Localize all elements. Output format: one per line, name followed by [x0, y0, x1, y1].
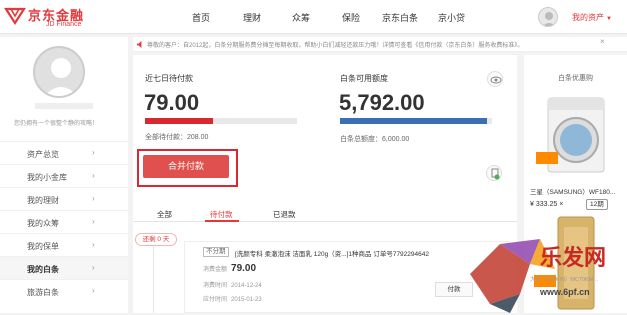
- username-redacted: [35, 103, 93, 109]
- credit-amount: 5,792.00: [339, 90, 425, 115]
- top-navigation-bar: 京东金融 JD Finance 首页 理财 众筹 保险 京东白条 京小贷 我的资…: [0, 0, 627, 34]
- nav-insurance[interactable]: 保险: [342, 11, 360, 24]
- due7-amount: 79.00: [144, 90, 200, 115]
- washing-machine-image[interactable]: [532, 94, 620, 178]
- order-tabs: 全部 待付款 已退款: [133, 206, 517, 222]
- chevron-down-icon: ▼: [606, 16, 612, 22]
- main-nav: 首页 理财 众筹 保险 京东白条 京小贷: [0, 11, 627, 25]
- due-value: 2015-01-23: [231, 297, 262, 303]
- nav-home[interactable]: 首页: [192, 11, 210, 24]
- product-price: ¥ 333.25 ×: [530, 201, 564, 208]
- watermark-text: 乐发网: [540, 245, 607, 271]
- total-due-text: 全部待付款：208.00: [145, 134, 209, 141]
- sidebar-item-baitiao[interactable]: 我的白条 ›: [0, 256, 128, 279]
- sidebar-item-label: 旅游白条: [27, 288, 59, 297]
- tab-pending[interactable]: 待付款: [210, 209, 233, 220]
- sidebar-item-label: 资产总览: [27, 150, 59, 159]
- active-tab-underline: [205, 220, 239, 222]
- sidebar-item-wealth[interactable]: 我的理财 ›: [0, 187, 128, 210]
- chevron-right-icon: ›: [92, 263, 95, 272]
- date-label: 消费时间: [203, 283, 228, 289]
- nav-baitiao[interactable]: 京东白条: [382, 11, 418, 24]
- amount-label: 消费金额: [203, 267, 228, 273]
- order-amount-row: 消费金额 79.00: [203, 263, 256, 274]
- chevron-right-icon: ›: [92, 148, 95, 157]
- my-assets-menu[interactable]: 我的资产 ▼: [572, 12, 612, 23]
- chevron-right-icon: ›: [92, 194, 95, 203]
- my-assets-label: 我的资产: [572, 13, 604, 22]
- bill-icon[interactable]: [486, 165, 502, 181]
- speaker-icon: [136, 40, 142, 49]
- timeline-line: [153, 246, 154, 313]
- sidebar-item-travel-baitiao[interactable]: 旅游白条 ›: [0, 279, 128, 302]
- credit-label: 白条可用额度: [340, 74, 388, 83]
- chevron-right-icon: ›: [92, 217, 95, 226]
- account-sidebar: 您仍拥有一个很整个静的攻略！ 资产总览 › 我的小金库 › 我的理财 › 我的众…: [0, 37, 128, 313]
- sidebar-item-vault[interactable]: 我的小金库 ›: [0, 164, 128, 187]
- notice-text: 尊敬的客户：自2012起，白条分期服务费分摊至每期收取，帮助小白们减轻还款压力哦…: [147, 43, 524, 49]
- order-due-row: 应付时间 2015-01-23: [203, 294, 262, 303]
- credit-total-text: 白条总额度：6,000.00: [340, 136, 410, 143]
- amount-value: 79.00: [231, 263, 257, 274]
- merge-pay-button[interactable]: 合并付款: [143, 155, 229, 178]
- credit-progress-fill: [340, 118, 488, 124]
- user-avatar-icon[interactable]: [538, 7, 558, 27]
- chevron-right-icon: ›: [92, 240, 95, 249]
- avatar[interactable]: [33, 46, 85, 98]
- greeting-text: 您仍拥有一个很整个静的攻略！: [14, 121, 99, 127]
- product-name[interactable]: 三星（SAMSUNG）WF180...: [530, 186, 615, 196]
- date-value: 2014-12-24: [231, 283, 262, 289]
- sidebar-item-label: 我的理财: [27, 196, 59, 205]
- chevron-right-icon: ›: [92, 171, 95, 180]
- nav-crowdfunding[interactable]: 众筹: [292, 11, 310, 24]
- notice-bar: 尊敬的客户：自2012起，白条分期服务费分摊至每期收取，帮助小白们减轻还款压力哦…: [133, 37, 627, 52]
- installment-period-badge: 12期: [586, 199, 608, 210]
- no-installment-tag: 不分期: [203, 247, 229, 257]
- eye-icon[interactable]: [487, 71, 503, 87]
- tab-all[interactable]: 全部: [157, 209, 172, 220]
- nav-wealth[interactable]: 理财: [243, 11, 261, 24]
- nav-jd-loan[interactable]: 京小贷: [438, 11, 465, 24]
- chevron-right-icon: ›: [92, 286, 95, 295]
- sidebar-item-label: 我的白条: [27, 265, 59, 274]
- profile-block: 您仍拥有一个很整个静的攻略！: [0, 37, 128, 137]
- sidebar-item-label: 我的保单: [27, 242, 59, 251]
- credit-progress-bar: [340, 118, 492, 124]
- days-remaining-badge: 还剩 0 天: [135, 233, 177, 246]
- due7-progress-bar: [145, 118, 297, 124]
- sidebar-item-label: 我的众筹: [27, 219, 59, 228]
- due7-progress-fill: [145, 118, 214, 124]
- promo-title: 白条优惠购: [558, 75, 593, 82]
- due7-label: 近七日待付款: [145, 74, 193, 83]
- watermark-url: www.6pf.cn: [540, 287, 590, 297]
- sidebar-item-asset-overview[interactable]: 资产总览 ›: [0, 141, 128, 164]
- sidebar-item-policy[interactable]: 我的保单 ›: [0, 233, 128, 256]
- close-icon[interactable]: ×: [600, 37, 605, 46]
- sidebar-item-label: 我的小金库: [27, 173, 67, 182]
- order-title[interactable]: [洗颜专科 柔澈泡沫 洁面乳 120g（资...]1种商品 订单号7792294…: [235, 248, 429, 258]
- tab-refunded[interactable]: 已退款: [273, 209, 296, 220]
- due-label: 应付时间: [203, 297, 228, 303]
- order-date-row: 消费时间 2014-12-24: [203, 280, 262, 289]
- sidebar-item-crowdfunding[interactable]: 我的众筹 ›: [0, 210, 128, 233]
